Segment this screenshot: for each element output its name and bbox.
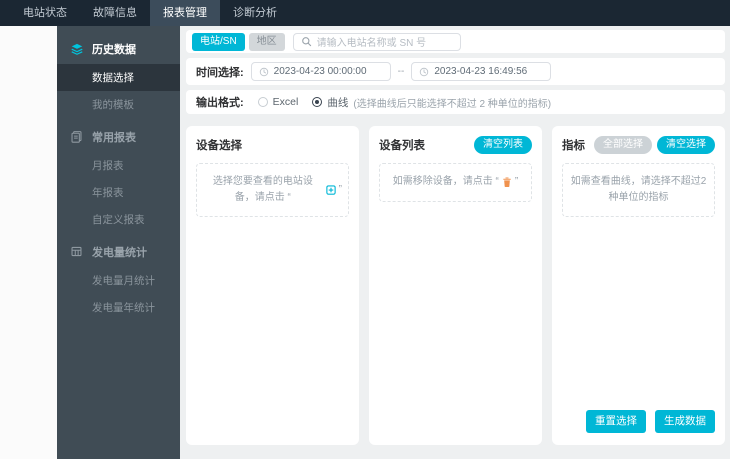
left-gutter	[0, 26, 57, 459]
nav-item-report-management[interactable]: 报表管理	[150, 0, 220, 26]
nav-item-station-status[interactable]: 电站状态	[10, 0, 80, 26]
device-select-hint: 选择您要查看的电站设备，请点击 “ ”	[196, 163, 349, 217]
sidebar-group-common-reports: 常用报表 月报表 年报表 自定义报表	[57, 122, 180, 233]
indicators-hint-text: 如需查看曲线，请选择不超过2种单位的指标	[570, 176, 707, 203]
time-selection-label: 时间选择:	[196, 66, 244, 79]
panel-footer-actions: 重置选择 生成数据	[562, 410, 715, 433]
indicators-header: 指标 全部选择 清空选择	[562, 136, 715, 154]
region-toggle-button[interactable]: 地区	[248, 32, 285, 51]
radio-excel-label: Excel	[272, 96, 299, 108]
end-datetime-value: 2023-04-23 16:49:56	[434, 66, 528, 77]
sidebar-item-data-selection[interactable]: 数据选择	[57, 64, 180, 91]
device-select-panel: 设备选择 选择您要查看的电站设备，请点击 “ ”	[186, 126, 359, 445]
radio-curve[interactable]: 曲线 (选择曲线后只能选择不超过 2 种单位的指标)	[312, 95, 551, 110]
sidebar-section-label: 常用报表	[92, 132, 136, 144]
indicators-hint: 如需查看曲线，请选择不超过2种单位的指标	[562, 163, 715, 217]
main-content: 电站/SN 地区 请输入电站名称或 SN 号 时间选择: 2023-04-23 …	[180, 26, 730, 459]
sidebar-item-monthly-generation[interactable]: 发电量月统计	[57, 267, 180, 294]
device-list-title: 设备列表	[379, 140, 425, 152]
radio-circle-checked-icon	[312, 97, 323, 107]
search-toolbar: 电站/SN 地区 请输入电站名称或 SN 号	[186, 30, 725, 53]
radio-excel[interactable]: Excel	[257, 96, 299, 108]
radio-curve-label: 曲线	[327, 96, 349, 109]
station-sn-toggle-button[interactable]: 电站/SN	[192, 32, 245, 51]
nav-item-fault-info[interactable]: 故障信息	[80, 0, 150, 26]
output-format-label: 输出格式:	[196, 97, 244, 109]
trash-icon	[501, 176, 513, 188]
device-select-hint-text: 选择您要查看的电站设备，请点击 “	[212, 176, 313, 203]
clock-icon	[259, 67, 269, 77]
sidebar-item-custom-report[interactable]: 自定义报表	[57, 206, 180, 233]
layers-icon	[70, 42, 84, 56]
output-format-row: 输出格式: Excel 曲线 (选择曲线后只能选择不超过 2 种单位的指标)	[186, 90, 725, 114]
sidebar: 历史数据 数据选择 我的模板 常用报表 月报表 年报表 自定义报表 发电量统计 …	[57, 26, 180, 459]
start-datetime-value: 2023-04-23 00:00:00	[273, 66, 367, 77]
search-input[interactable]: 请输入电站名称或 SN 号	[292, 32, 461, 51]
radio-circle-icon	[257, 97, 268, 107]
selection-panels: 设备选择 选择您要查看的电站设备，请点击 “ ” 设备列表 清空列表 如需移除设…	[186, 126, 725, 445]
device-list-panel: 设备列表 清空列表 如需移除设备，请点击 “ ”	[369, 126, 542, 445]
device-list-hint-quote: ”	[514, 176, 519, 187]
clear-selection-button[interactable]: 清空选择	[657, 136, 715, 154]
radio-curve-note: (选择曲线后只能选择不超过 2 种单位的指标)	[353, 98, 552, 110]
sidebar-item-yearly-generation[interactable]: 发电量年统计	[57, 294, 180, 321]
select-all-button[interactable]: 全部选择	[594, 136, 652, 154]
device-list-hint-text: 如需移除设备，请点击 “	[392, 176, 499, 187]
time-selection-row: 时间选择: 2023-04-23 00:00:00 -- 2023-04-23 …	[186, 58, 725, 85]
sidebar-section-common-reports[interactable]: 常用报表	[57, 122, 180, 152]
sidebar-section-label: 历史数据	[92, 44, 136, 56]
sidebar-item-yearly-report[interactable]: 年报表	[57, 179, 180, 206]
indicators-title: 指标	[562, 140, 585, 152]
report-icon	[70, 130, 84, 144]
generate-data-button[interactable]: 生成数据	[655, 410, 715, 433]
sidebar-item-my-templates[interactable]: 我的模板	[57, 91, 180, 118]
device-list-hint: 如需移除设备，请点击 “ ”	[379, 163, 532, 202]
clear-list-button[interactable]: 清空列表	[474, 136, 532, 154]
add-icon	[325, 184, 337, 196]
sidebar-group-generation-stats: 发电量统计 发电量月统计 发电量年统计	[57, 237, 180, 321]
end-datetime-input[interactable]: 2023-04-23 16:49:56	[411, 62, 552, 81]
sidebar-item-monthly-report[interactable]: 月报表	[57, 152, 180, 179]
app-body: 历史数据 数据选择 我的模板 常用报表 月报表 年报表 自定义报表 发电量统计 …	[0, 26, 730, 459]
top-navbar: 电站状态 故障信息 报表管理 诊断分析	[0, 0, 730, 26]
range-separator: --	[397, 66, 405, 77]
device-select-title: 设备选择	[196, 140, 242, 152]
device-select-hint-quote: ”	[338, 184, 342, 195]
start-datetime-input[interactable]: 2023-04-23 00:00:00	[250, 62, 391, 81]
sidebar-section-history-data[interactable]: 历史数据	[57, 34, 180, 64]
search-icon	[301, 36, 312, 47]
device-select-header: 设备选择	[196, 136, 349, 154]
sidebar-section-label: 发电量统计	[92, 247, 147, 259]
nav-item-diagnostic-analysis[interactable]: 诊断分析	[220, 0, 290, 26]
reset-selection-button[interactable]: 重置选择	[586, 410, 646, 433]
clock-icon	[419, 67, 429, 77]
table-icon	[70, 245, 84, 259]
sidebar-section-generation-stats[interactable]: 发电量统计	[57, 237, 180, 267]
sidebar-group-history: 历史数据 数据选择 我的模板	[57, 34, 180, 118]
indicators-panel: 指标 全部选择 清空选择 如需查看曲线，请选择不超过2种单位的指标 重置选择 生…	[552, 126, 725, 445]
search-placeholder: 请输入电站名称或 SN 号	[316, 38, 427, 49]
device-list-header: 设备列表 清空列表	[379, 136, 532, 154]
